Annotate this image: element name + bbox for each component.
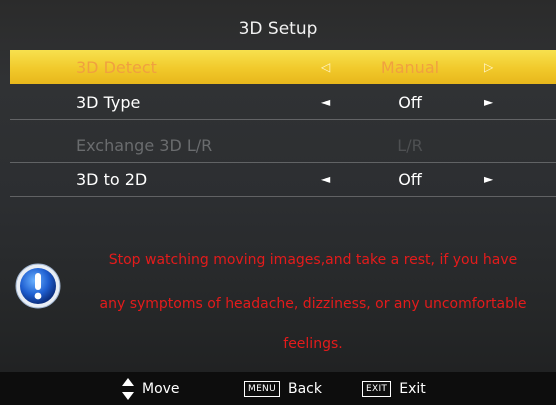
menu-item-label: 3D to 2D [76, 169, 148, 189]
warning-line-1: Stop watching moving images,and take a r… [108, 252, 518, 268]
warning-line-3: feelings. [283, 336, 343, 352]
menu-item-3d-to-2d[interactable]: 3D to 2D ◄ Off ► [10, 162, 556, 197]
right-arrow-icon[interactable]: ▷ [484, 60, 493, 74]
menu-item-label: 3D Type [76, 92, 141, 112]
left-arrow-icon[interactable]: ◁ [321, 60, 330, 74]
menu-item-value: Manual [380, 57, 440, 77]
menu-item-value: Off [398, 92, 422, 112]
warning-line-2: any symptoms of headache, dizziness, or … [99, 296, 527, 312]
menu-item-label: Exchange 3D L/R [76, 135, 213, 155]
exit-hint[interactable]: EXIT Exit [362, 372, 426, 405]
info-exclamation-icon [15, 263, 61, 309]
menu-item-label: 3D Detect [76, 57, 157, 77]
exit-key-icon: EXIT [362, 380, 392, 397]
menu-key-icon: MENU [244, 380, 280, 397]
back-label: Back [287, 380, 322, 397]
left-arrow-icon[interactable]: ◄ [321, 95, 330, 109]
menu-title: 3D Setup [238, 19, 318, 39]
menu-item-exchange-3d-lr: Exchange 3D L/R L/R [10, 128, 556, 163]
exit-label: Exit [399, 380, 426, 397]
menu-item-3d-detect[interactable]: 3D Detect ◁ Manual ▷ [10, 50, 556, 84]
tv-osd-screen: 3D Setup 3D Detect ◁ Manual ▷ 3D Type ◄ … [0, 0, 556, 405]
move-label: Move [142, 380, 180, 397]
left-arrow-icon[interactable]: ◄ [321, 172, 330, 186]
right-arrow-icon[interactable]: ► [484, 95, 493, 109]
menu-item-value: L/R [397, 135, 423, 155]
right-arrow-icon[interactable]: ► [484, 172, 493, 186]
move-hint: Move [122, 372, 180, 405]
menu-item-3d-type[interactable]: 3D Type ◄ Off ► [10, 85, 556, 120]
back-hint[interactable]: MENU Back [244, 372, 322, 405]
footer-bar: Move MENU Back EXIT Exit [0, 372, 556, 405]
menu-item-value: Off [398, 169, 422, 189]
up-down-arrows-icon [122, 377, 134, 400]
